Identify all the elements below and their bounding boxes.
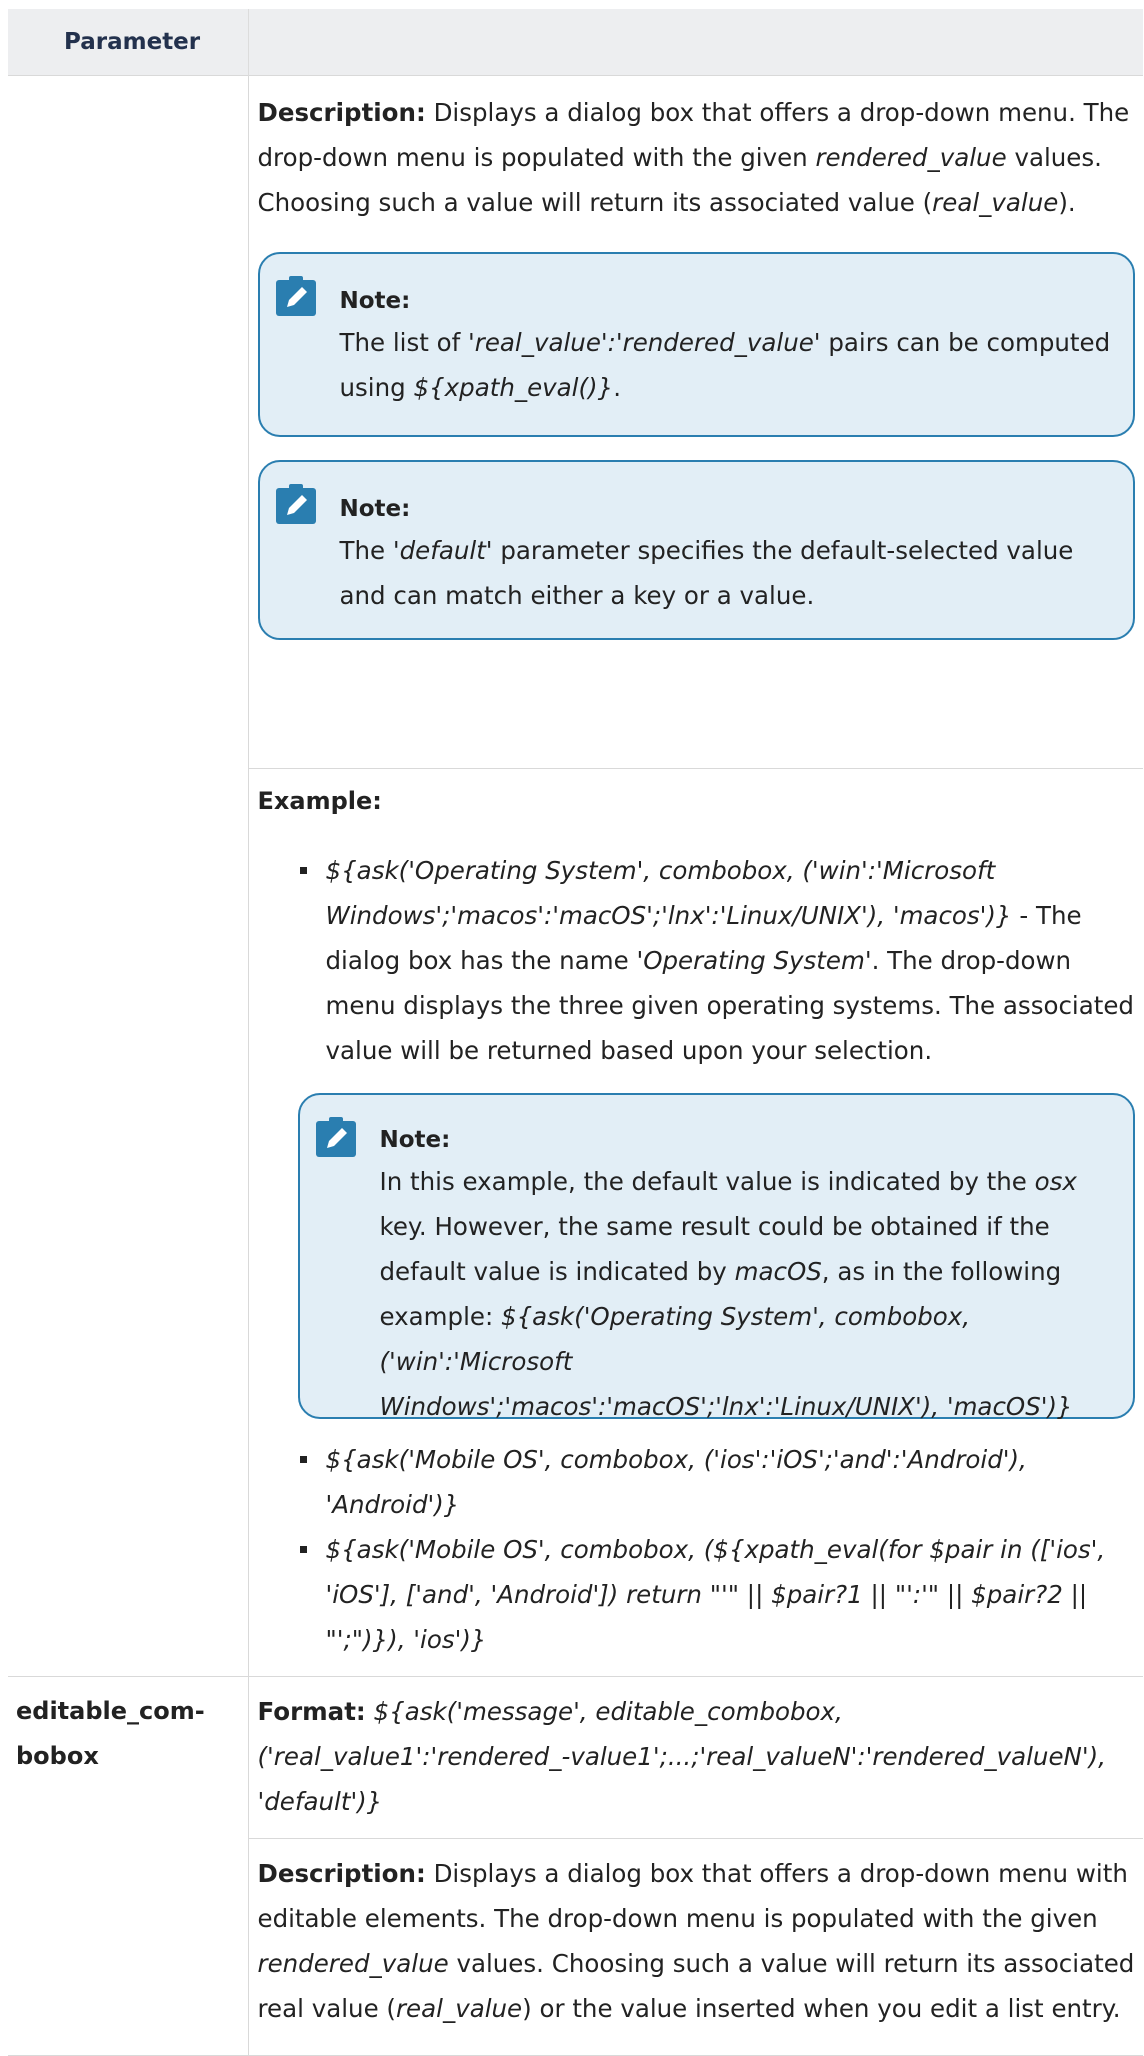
example-code: ${ask('Mobile OS', combobox, (${xpath_ev…	[325, 1535, 1106, 1654]
description-term: rendered_value	[257, 1949, 449, 1978]
document-page: Parameter Description: Displays a dialog…	[8, 9, 1143, 2056]
note-text: The list of 'real_value':'rendered_value…	[340, 320, 1116, 410]
note-box: Note: The 'default' parameter specifies …	[257, 460, 1135, 640]
parameter-cell-empty	[8, 75, 249, 1677]
note-term: osx	[1034, 1167, 1077, 1196]
parameter-table: Parameter Description: Displays a dialog…	[8, 9, 1143, 2056]
list-item: ${ask('Mobile OS', combobox, ('ios':'iOS…	[298, 1437, 1136, 1527]
note-text: The 'default' parameter specifies the de…	[340, 528, 1116, 618]
description-term: real_value	[932, 188, 1059, 217]
note-text-part: The list of	[339, 328, 469, 357]
column-header-empty	[248, 9, 1143, 76]
description-cell: Description: Displays a dialog box that …	[247, 1838, 1143, 2056]
description-term: real_value	[395, 1994, 523, 2023]
description-term: rendered_value	[815, 143, 1007, 172]
example-name: 'Operating System'	[636, 946, 872, 975]
parameter-cell: editable_com-bobox	[8, 1676, 249, 2056]
description-text: ).	[1058, 188, 1076, 217]
note-box: Note: The list of 'real_value':'rendered…	[257, 252, 1135, 437]
pencil-note-icon	[275, 276, 316, 316]
pencil-note-icon	[315, 1117, 356, 1157]
note-term: 'default'	[392, 536, 493, 565]
description-paragraph: Description: Displays a dialog box that …	[258, 1851, 1136, 2031]
pencil-note-icon	[275, 484, 316, 524]
column-header-parameter: Parameter	[8, 9, 249, 76]
description-paragraph: Description: Displays a dialog box that …	[258, 90, 1136, 225]
format-paragraph: Format: ${ask('message', editable_combob…	[258, 1689, 1136, 1824]
example-label: Example:	[257, 787, 382, 815]
description-label: Description:	[257, 1859, 426, 1888]
format-label: Format:	[257, 1697, 366, 1726]
note-term: macOS	[734, 1257, 822, 1286]
list-item: ${ask('Operating System', combobox, ('wi…	[297, 848, 1135, 1421]
note-title: Note:	[339, 496, 411, 522]
note-title: Note:	[339, 288, 411, 314]
note-code: ${xpath_eval()}	[413, 373, 614, 402]
table-row: editable_com-bobox Format: ${ask('messag…	[8, 1676, 1143, 2056]
note-text-part: The	[339, 536, 393, 565]
example-code: ${ask('Operating System', combobox, ('wi…	[325, 856, 1012, 930]
table-row: Description: Displays a dialog box that …	[8, 75, 1143, 1677]
list-item: ${ask('Mobile OS', combobox, (${xpath_ev…	[298, 1527, 1136, 1662]
note-box: Note: In this example, the default value…	[297, 1093, 1135, 1421]
format-code: ${ask('message', editable_combobox, ('re…	[257, 1697, 1106, 1816]
format-cell: Format: ${ask('message', editable_combob…	[247, 1676, 1143, 1839]
description-cell: Description: Displays a dialog box that …	[247, 75, 1143, 769]
note-text-part: .	[613, 373, 621, 402]
example-cell: Example: ${ask('Operating System', combo…	[247, 768, 1143, 1677]
note-text: In this example, the default value is in…	[380, 1159, 1116, 1429]
description-text: ) or the value inserted when you edit a …	[522, 1994, 1121, 2023]
note-term: 'real_value':'rendered_value'	[468, 328, 821, 357]
note-text-part: In this example, the default value is in…	[379, 1167, 1035, 1196]
example-list: ${ask('Operating System', combobox, ('wi…	[258, 848, 1136, 1662]
table-header-row: Parameter	[8, 9, 1143, 76]
description-label: Description:	[257, 98, 426, 127]
note-title: Note:	[379, 1127, 451, 1153]
example-code: ${ask('Mobile OS', combobox, ('ios':'iOS…	[325, 1445, 1027, 1519]
parameter-name: editable_com-bobox	[16, 1697, 205, 1770]
